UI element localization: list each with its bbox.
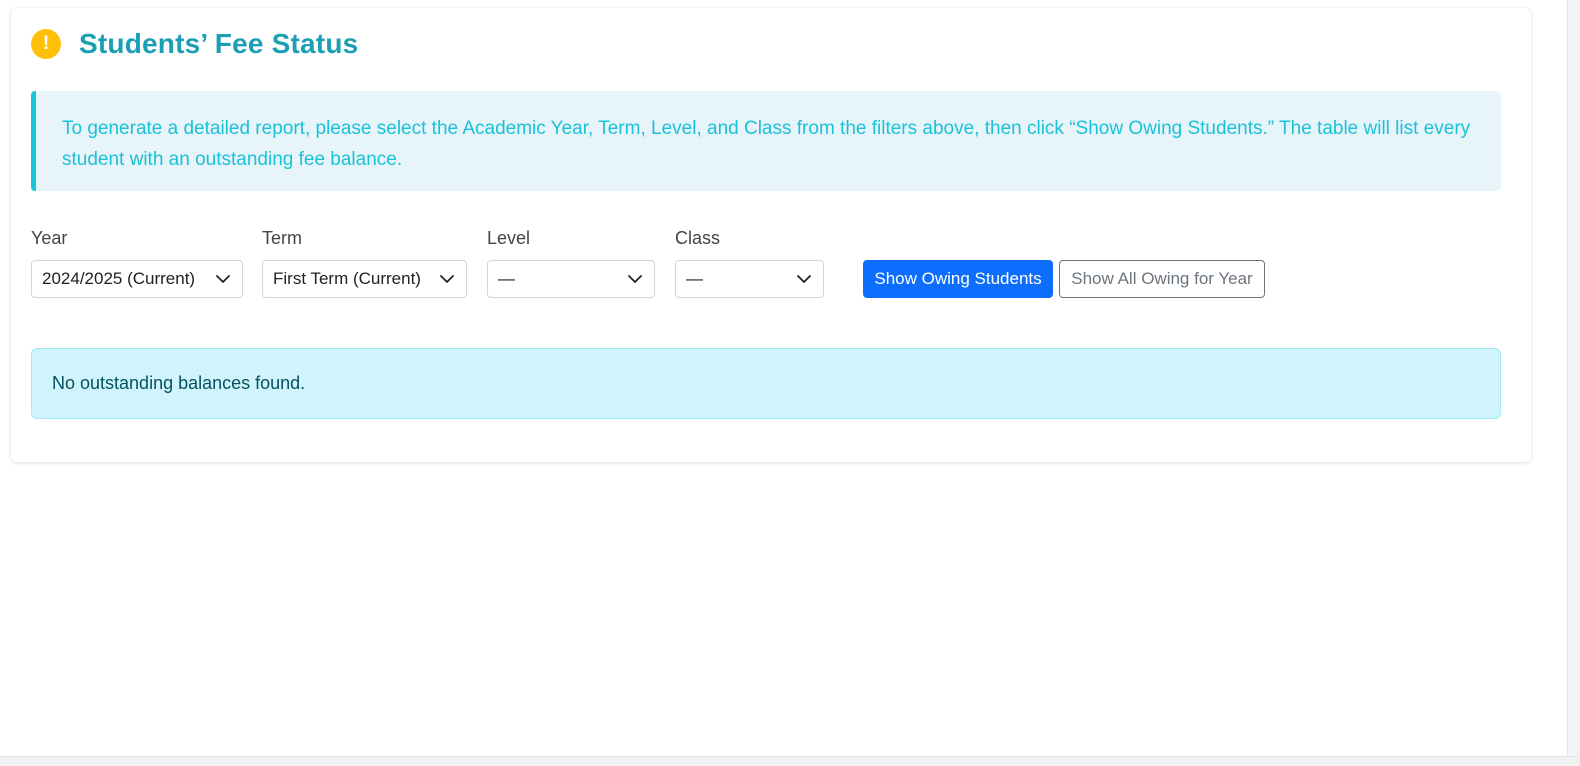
page-title: Students’ Fee Status bbox=[79, 28, 359, 59]
year-label: Year bbox=[31, 228, 68, 248]
horizontal-scrollbar-track[interactable] bbox=[0, 756, 1580, 766]
term-select[interactable]: First Term (Current) bbox=[262, 260, 467, 298]
chevron-down-icon bbox=[438, 270, 456, 288]
year-select[interactable]: 2024/2025 (Current) bbox=[31, 260, 243, 298]
level-filter: Level — bbox=[487, 226, 655, 298]
level-label: Level bbox=[487, 228, 531, 248]
chevron-down-icon bbox=[795, 270, 813, 288]
show-all-owing-for-year-button[interactable]: Show All Owing for Year bbox=[1059, 260, 1265, 298]
no-results-alert: No outstanding balances found. bbox=[31, 348, 1501, 419]
year-select-value: 2024/2025 (Current) bbox=[42, 269, 196, 288]
level-select[interactable]: — bbox=[487, 260, 655, 298]
show-owing-students-button[interactable]: Show Owing Students bbox=[863, 260, 1053, 298]
class-label: Class bbox=[675, 228, 721, 248]
class-filter: Class — bbox=[675, 226, 824, 298]
year-filter: Year 2024/2025 (Current) bbox=[31, 226, 243, 298]
level-select-value: — bbox=[498, 269, 515, 288]
term-filter: Term First Term (Current) bbox=[262, 226, 467, 298]
exclamation-circle-icon: ! bbox=[31, 29, 61, 59]
chevron-down-icon bbox=[214, 270, 232, 288]
class-select[interactable]: — bbox=[675, 260, 824, 298]
term-select-value: First Term (Current) bbox=[273, 269, 421, 288]
page-header: ! Students’ Fee Status bbox=[31, 28, 358, 60]
scrollbar-track[interactable] bbox=[1567, 0, 1580, 766]
term-label: Term bbox=[262, 228, 302, 248]
filter-bar: Year 2024/2025 (Current) Term First Term… bbox=[31, 226, 1511, 306]
fee-status-card: ! Students’ Fee Status To generate a det… bbox=[11, 8, 1531, 462]
chevron-down-icon bbox=[626, 270, 644, 288]
instructions-info-box: To generate a detailed report, please se… bbox=[31, 91, 1501, 191]
page: ! Students’ Fee Status To generate a det… bbox=[0, 0, 1580, 766]
no-results-message: No outstanding balances found. bbox=[52, 373, 306, 393]
class-select-value: — bbox=[686, 269, 703, 288]
instructions-text: To generate a detailed report, please se… bbox=[62, 118, 1471, 170]
